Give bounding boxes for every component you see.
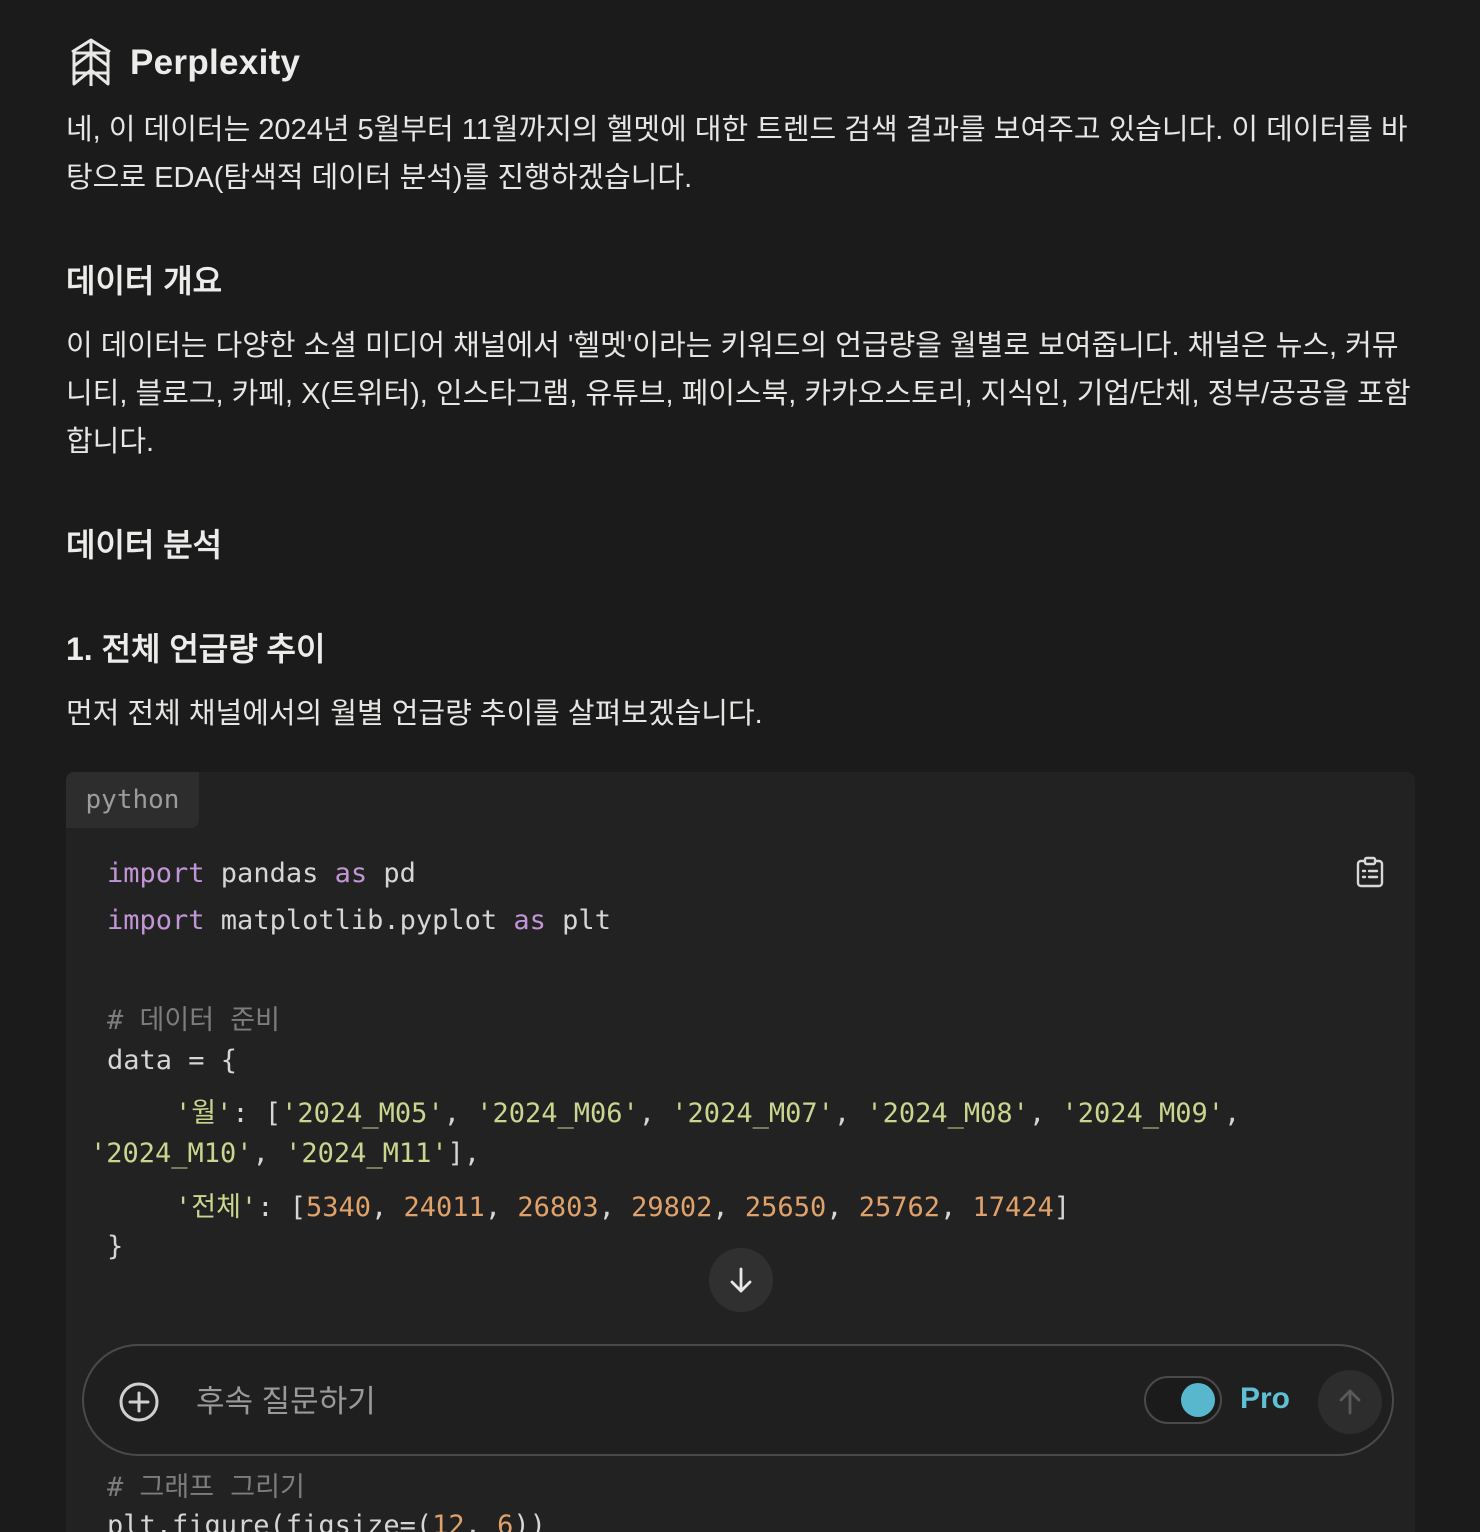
code-text: )): [513, 1510, 546, 1532]
code-line: import matplotlib.pyplot as plt: [107, 905, 611, 936]
code-number: 6: [497, 1510, 514, 1532]
perplexity-logo-icon: [71, 38, 111, 86]
code-line: '월': ['2024_M05', '2024_M06', '2024_M07'…: [175, 1091, 1257, 1130]
trend-paragraph: 먼저 전체 채널에서의 월별 언급량 추이를 살펴보겠습니다.: [66, 698, 763, 730]
code-string: '2024_M07': [671, 1098, 834, 1129]
code-number: 25650: [744, 1192, 827, 1223]
answer-intro: 네, 이 데이터는 2024년 5월부터 11월까지의 헬멧에 대한 트렌드 검…: [66, 114, 1408, 194]
code-text: ,: [464, 1510, 498, 1532]
code-text: pandas: [204, 858, 335, 889]
app-header: Perplexity: [68, 38, 300, 88]
code-keyword: as: [513, 905, 546, 936]
code-text: plt.figure(figsize=(: [107, 1510, 433, 1532]
arrow-down-icon: [730, 1267, 752, 1293]
code-text: ,: [371, 1192, 404, 1223]
code-text: : [: [257, 1192, 306, 1223]
code-line: import pandas as pd: [107, 858, 416, 889]
code-text: ,: [1028, 1098, 1062, 1129]
code-text: ,: [1224, 1098, 1257, 1129]
code-number: 29802: [631, 1192, 713, 1223]
heading-analysis: 데이터 분석: [66, 527, 223, 563]
code-comment: # 그래프 그리기: [107, 1472, 305, 1503]
followup-composer: Pro: [82, 1344, 1394, 1456]
code-string: '전체': [175, 1192, 258, 1223]
heading-trend: 1. 전체 언급량 추이: [66, 631, 326, 667]
code-line: }: [107, 1231, 124, 1262]
code-line: data = {: [107, 1045, 238, 1076]
code-text: ,: [598, 1192, 632, 1223]
send-button[interactable]: [1318, 1370, 1382, 1434]
code-string: '2024_M11': [285, 1138, 448, 1169]
code-text: ,: [443, 1098, 477, 1129]
plus-circle-icon[interactable]: [118, 1381, 160, 1423]
code-number: 25762: [858, 1192, 940, 1223]
code-text: ,: [252, 1138, 286, 1169]
code-number: 26803: [517, 1192, 599, 1223]
code-keyword: as: [334, 858, 368, 889]
code-number: 24011: [403, 1192, 485, 1223]
code-string: '월': [175, 1098, 233, 1129]
code-string: '2024_M06': [476, 1098, 639, 1129]
code-line: '전체': [5340, 24011, 26803, 29802, 25650,…: [175, 1185, 1070, 1224]
overview-paragraph: 이 데이터는 다양한 소셜 미디어 채널에서 '헬멧'이라는 키워드의 언급량을…: [66, 330, 1411, 458]
code-keyword: import: [107, 905, 205, 936]
brand-name: Perplexity: [130, 43, 301, 82]
code-number: 5340: [305, 1192, 372, 1223]
code-text: ,: [484, 1192, 518, 1223]
scroll-to-bottom-button[interactable]: [709, 1248, 773, 1312]
arrow-up-icon: [1339, 1389, 1361, 1415]
pro-toggle[interactable]: [1144, 1376, 1222, 1424]
code-text: ]: [1053, 1192, 1071, 1223]
followup-input[interactable]: [194, 1376, 1048, 1428]
code-text: ,: [940, 1192, 973, 1223]
code-string: '2024_M05': [281, 1098, 444, 1129]
code-text: ,: [826, 1192, 859, 1223]
code-string: '2024_M09': [1061, 1098, 1225, 1129]
toggle-knob: [1181, 1383, 1215, 1417]
heading-overview: 데이터 개요: [66, 263, 223, 299]
code-line: plt.figure(figsize=(12, 6)): [107, 1510, 546, 1532]
code-text: pd: [367, 858, 416, 889]
code-string: '2024_M10': [90, 1138, 253, 1169]
code-text: ,: [833, 1098, 867, 1129]
code-text: ,: [638, 1098, 672, 1129]
code-comment: # 데이터 준비: [107, 1005, 280, 1036]
code-text: : [: [232, 1098, 282, 1129]
code-text: matplotlib.pyplot: [204, 905, 514, 936]
code-text: ,: [712, 1192, 745, 1223]
code-number: 12: [432, 1510, 465, 1532]
code-number: 17424: [972, 1192, 1054, 1223]
code-text: ],: [447, 1138, 481, 1169]
code-line: '2024_M10', '2024_M11'],: [90, 1138, 480, 1169]
code-string: '2024_M08': [866, 1098, 1029, 1129]
code-text: plt: [545, 905, 611, 936]
code-keyword: import: [107, 858, 205, 889]
pro-label: Pro: [1240, 1382, 1291, 1415]
